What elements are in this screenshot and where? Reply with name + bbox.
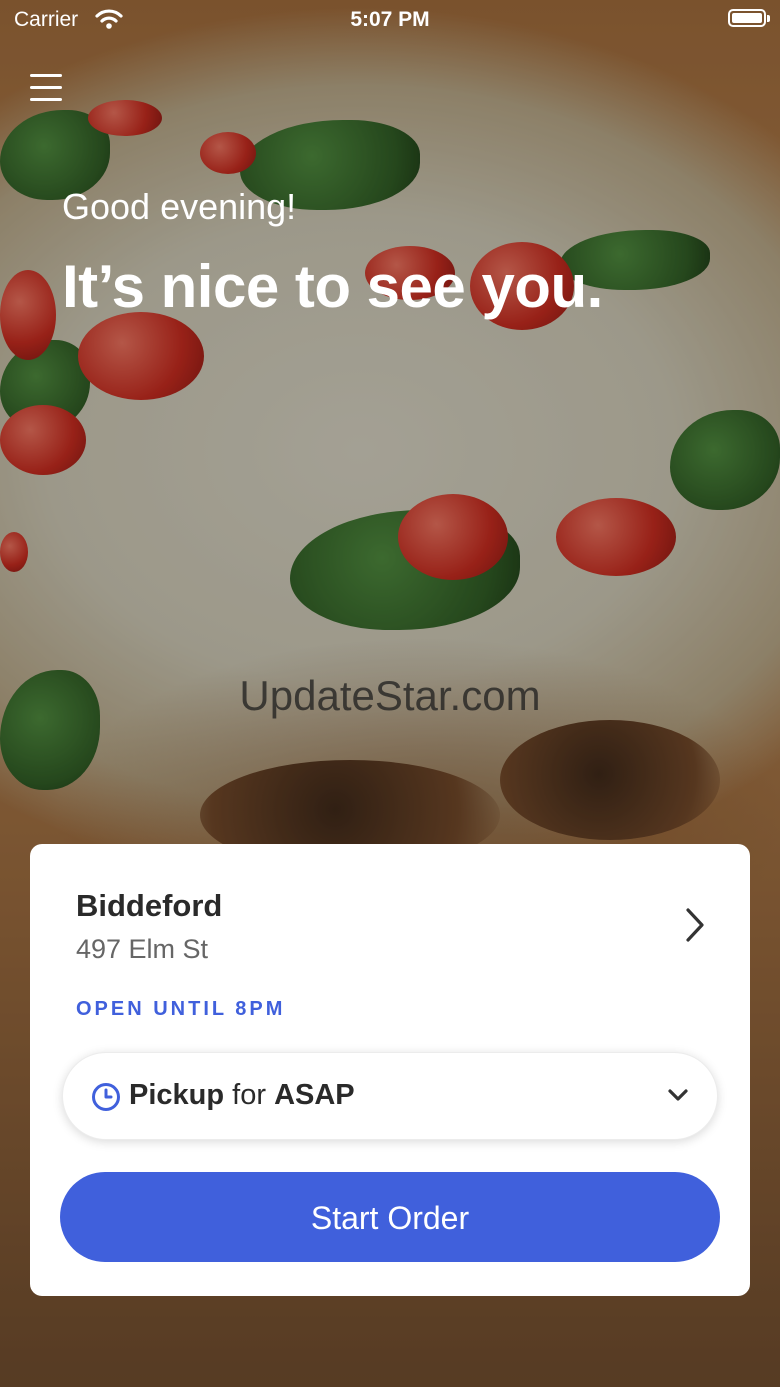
store-address: 497 Elm St xyxy=(76,934,209,964)
clock-time: 5:07 PM xyxy=(350,8,430,31)
order-mode-connector: for xyxy=(232,1079,266,1111)
start-order-button[interactable]: Start Order xyxy=(60,1172,720,1262)
headline-text: It’s nice to see you. xyxy=(62,253,603,320)
battery-icon xyxy=(728,9,770,27)
greeting-text: Good evening! xyxy=(62,186,297,227)
status-bar: Carrier 5:07 PM xyxy=(0,0,780,40)
store-hours: OPEN UNTIL 8PM xyxy=(76,998,286,1020)
chevron-right-icon[interactable] xyxy=(682,906,708,944)
order-mode-type: Pickup xyxy=(129,1079,225,1111)
order-mode-time: ASAP xyxy=(274,1079,355,1111)
menu-icon[interactable] xyxy=(30,74,62,104)
chevron-down-icon xyxy=(667,1087,689,1108)
order-mode-selector[interactable]: Pickup for ASAP xyxy=(62,1052,718,1140)
store-name: Biddeford xyxy=(76,888,223,923)
order-mode-label: Pickup for ASAP xyxy=(129,1079,355,1112)
clock-icon xyxy=(91,1082,121,1117)
store-card: Biddeford 497 Elm St OPEN UNTIL 8PM Pick… xyxy=(30,844,750,1296)
watermark: UpdateStar.com xyxy=(239,672,541,719)
